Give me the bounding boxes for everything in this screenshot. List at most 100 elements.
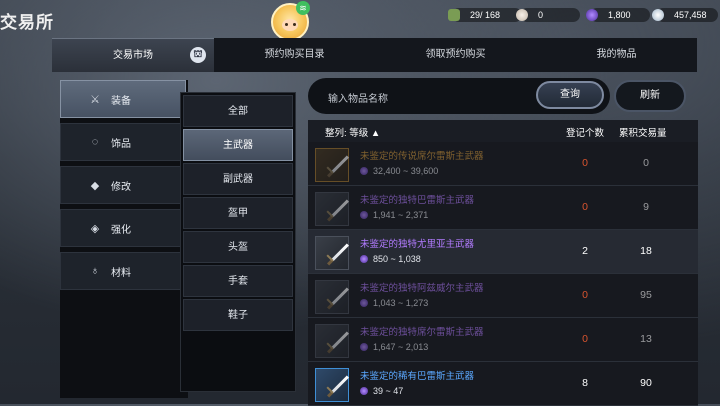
item-price-range: 39 ~ 47 bbox=[373, 386, 404, 396]
tab-marketplace[interactable]: 交易市场 ⛫ bbox=[52, 38, 214, 72]
sword-icon bbox=[327, 243, 349, 266]
item-name: 未鉴定的独特尤里亚主武器 bbox=[360, 239, 475, 250]
item-registered-count: 0 bbox=[582, 157, 588, 169]
item-price-range: 32,400 ~ 39,600 bbox=[373, 166, 439, 176]
table-row[interactable]: 未鉴定的独特席尔雷斯主武器 1,647 ~ 2,013 0 13 bbox=[308, 318, 698, 362]
item-total-volume: 13 bbox=[640, 333, 652, 345]
purple-gem-icon bbox=[360, 343, 368, 351]
category-label: 装备 bbox=[111, 95, 131, 107]
search-placeholder: 输入物品名称 bbox=[328, 94, 388, 105]
item-total-volume: 18 bbox=[640, 245, 652, 257]
sword-icon bbox=[327, 331, 349, 354]
subcategory-shoes[interactable]: 鞋子 bbox=[183, 299, 293, 331]
category-label: 修改 bbox=[111, 181, 131, 193]
item-thumbnail bbox=[315, 192, 349, 226]
wifi-icon: ≋ bbox=[296, 1, 310, 15]
category-modify[interactable]: ◆ 修改 bbox=[60, 166, 186, 204]
item-registered-count: 0 bbox=[582, 289, 588, 301]
item-total-volume: 9 bbox=[643, 201, 649, 213]
column-header-count: 登记个数 bbox=[566, 128, 605, 139]
silver-pearl-icon bbox=[516, 9, 528, 21]
item-price-range: 1,941 ~ 2,371 bbox=[373, 210, 429, 220]
subcategory-panel: 全部 主武器 副武器 盔甲 头盔 手套 鞋子 bbox=[180, 92, 296, 392]
column-header-total: 累积交易量 bbox=[619, 128, 667, 139]
tab-reservation-list[interactable]: 预约购买目录 bbox=[214, 38, 375, 72]
category-label: 强化 bbox=[111, 224, 131, 236]
item-name: 未鉴定的稀有巴雷斯主武器 bbox=[360, 371, 475, 382]
item-name: 未鉴定的独特席尔雷斯主武器 bbox=[360, 327, 484, 338]
subcategory-all[interactable]: 全部 bbox=[183, 95, 293, 127]
potion-icon: ♁ bbox=[90, 265, 100, 277]
tab-label: 预约购买目录 bbox=[264, 49, 325, 60]
purple-gem-icon bbox=[360, 299, 368, 307]
silver-coin-icon bbox=[652, 9, 664, 21]
tab-label: 领取预约购买 bbox=[425, 49, 486, 60]
item-registered-count: 8 bbox=[582, 377, 588, 389]
item-name: 未鉴定的独特巴雷斯主武器 bbox=[360, 195, 475, 206]
contribution-icon bbox=[448, 9, 460, 21]
category-equipment[interactable]: ⚔ 装备 bbox=[60, 80, 186, 118]
item-name: 未鉴定的独特阿兹威尔主武器 bbox=[360, 283, 484, 294]
sort-level-button[interactable]: 整列: 等级 ▲ bbox=[325, 125, 380, 139]
currency-value: 457,458 bbox=[674, 10, 707, 20]
category-material[interactable]: ♁ 材料 bbox=[60, 252, 186, 290]
subcategory-gloves[interactable]: 手套 bbox=[183, 265, 293, 297]
bag-icon[interactable]: ⛫ bbox=[190, 47, 206, 63]
item-registered-count: 2 bbox=[582, 245, 588, 257]
category-label: 饰品 bbox=[111, 138, 131, 150]
purple-gem-icon bbox=[360, 387, 368, 395]
table-row[interactable]: 未鉴定的独特尤里亚主武器 850 ~ 1,038 2 18 bbox=[308, 230, 698, 274]
item-total-volume: 95 bbox=[640, 289, 652, 301]
enhance-icon: ◈ bbox=[90, 222, 100, 235]
item-name: 未鉴定的传说席尔雷斯主武器 bbox=[360, 151, 484, 162]
tab-label: 我的物品 bbox=[596, 49, 637, 60]
purple-gem-icon bbox=[360, 255, 368, 263]
refresh-button[interactable]: 刷新 bbox=[614, 80, 686, 112]
subcategory-sub-weapon[interactable]: 副武器 bbox=[183, 163, 293, 195]
purple-gem-icon bbox=[586, 9, 598, 21]
currency-silver-coin: 457,458 bbox=[652, 8, 718, 22]
item-price-range: 850 ~ 1,038 bbox=[373, 254, 421, 264]
item-total-volume: 0 bbox=[643, 157, 649, 169]
currency-value: 0 bbox=[538, 10, 544, 20]
item-price-range: 1,043 ~ 1,273 bbox=[373, 298, 429, 308]
item-thumbnail bbox=[315, 368, 349, 402]
subcategory-main-weapon[interactable]: 主武器 bbox=[183, 129, 293, 161]
purple-gem-icon bbox=[360, 167, 368, 175]
crossed-swords-icon: ⚔ bbox=[90, 93, 100, 106]
sword-icon bbox=[327, 199, 349, 222]
item-registered-count: 0 bbox=[582, 201, 588, 213]
purple-gem-icon bbox=[360, 211, 368, 219]
table-row[interactable]: 未鉴定的传说席尔雷斯主武器 32,400 ~ 39,600 0 0 bbox=[308, 142, 698, 186]
table-row[interactable]: 未鉴定的独特阿兹威尔主武器 1,043 ~ 1,273 0 95 bbox=[308, 274, 698, 318]
tab-my-items[interactable]: 我的物品 bbox=[536, 38, 697, 72]
sword-icon bbox=[327, 375, 349, 398]
table-row[interactable]: 未鉴定的稀有巴雷斯主武器 39 ~ 47 8 90 bbox=[308, 362, 698, 406]
item-registered-count: 0 bbox=[582, 333, 588, 345]
item-total-volume: 90 bbox=[640, 377, 652, 389]
window-title: 交易所 bbox=[0, 13, 54, 32]
subcategory-armor[interactable]: 盔甲 bbox=[183, 197, 293, 229]
category-accessory[interactable]: ◌ 饰品 bbox=[60, 123, 186, 161]
sword-icon bbox=[327, 155, 349, 178]
item-thumbnail bbox=[315, 236, 349, 270]
category-enhance[interactable]: ◈ 强化 bbox=[60, 209, 186, 247]
subcategory-helmet[interactable]: 头盔 bbox=[183, 231, 293, 263]
sword-icon bbox=[327, 287, 349, 310]
item-thumbnail bbox=[315, 148, 349, 182]
gem-icon: ◆ bbox=[90, 179, 100, 192]
currency-value: 1,800 bbox=[608, 10, 631, 20]
currency-value: 29/ 168 bbox=[470, 10, 501, 20]
currency-purple-gem: 1,800 bbox=[586, 8, 650, 22]
tab-claim-reservation[interactable]: 领取预约购买 bbox=[375, 38, 536, 72]
ring-icon: ◌ bbox=[91, 136, 99, 148]
item-price-range: 1,647 ~ 2,013 bbox=[373, 342, 429, 352]
table-row[interactable]: 未鉴定的独特巴雷斯主武器 1,941 ~ 2,371 0 9 bbox=[308, 186, 698, 230]
tab-label: 交易市场 bbox=[113, 50, 153, 61]
query-button[interactable]: 查询 bbox=[536, 81, 604, 109]
category-panel: ⚔ 装备 ◌ 饰品 ◆ 修改 ◈ 强化 ♁ 材料 bbox=[60, 80, 188, 398]
item-thumbnail bbox=[315, 324, 349, 358]
currency-contribution: 29/ 168 bbox=[448, 8, 522, 22]
category-label: 材料 bbox=[111, 267, 131, 279]
currency-silver-pearl: 0 bbox=[516, 8, 580, 22]
